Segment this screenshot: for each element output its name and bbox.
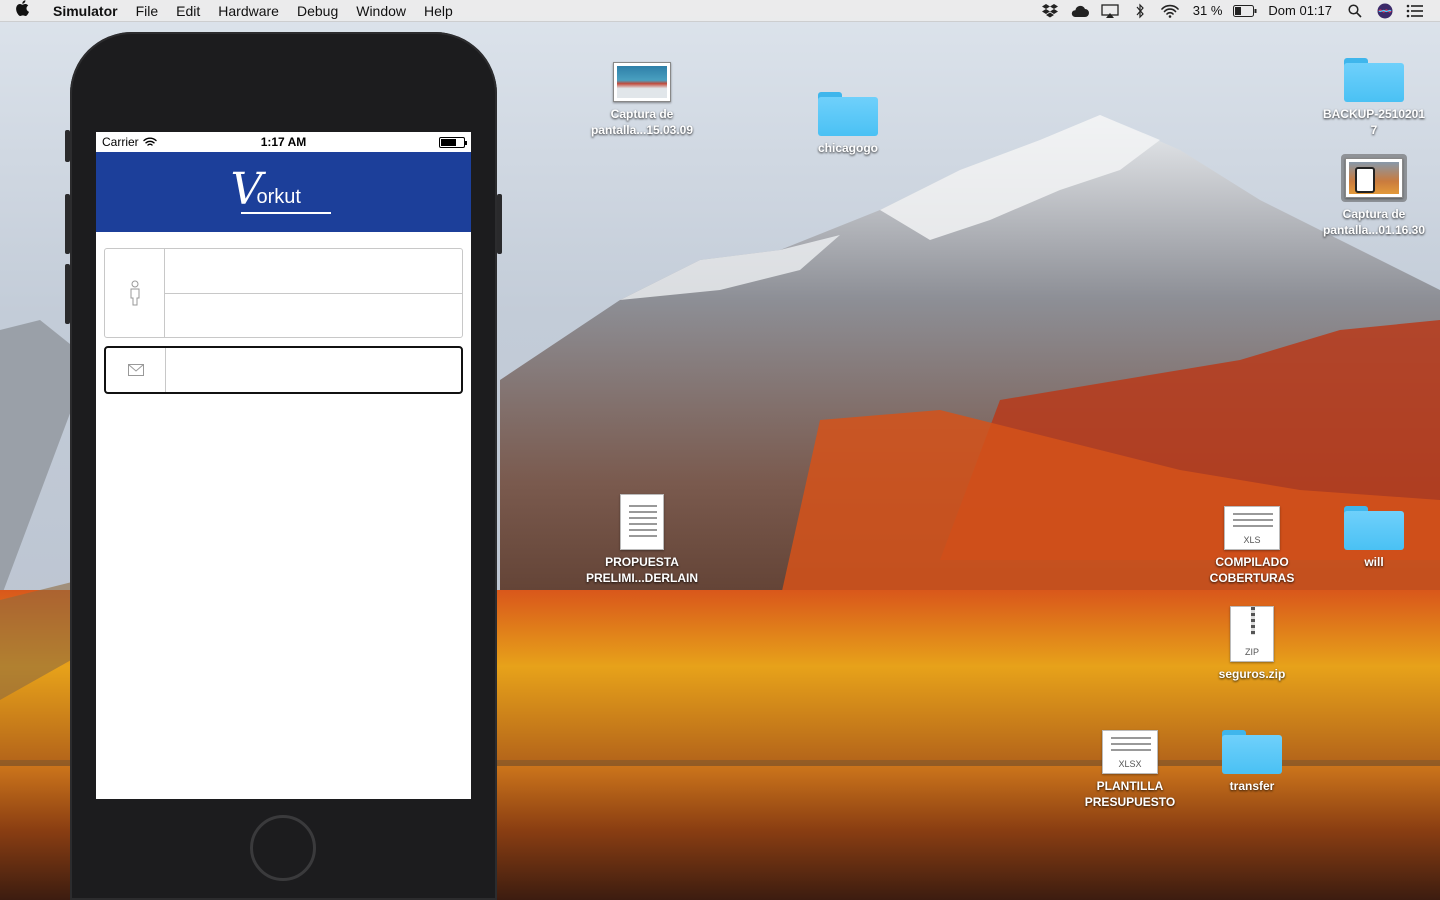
desktop-icon-xlsx-plantilla[interactable]: XLSX PLANTILLA PRESUPUESTO — [1070, 710, 1190, 810]
zip-file-icon: ZIP — [1192, 598, 1312, 662]
screenshot-file-icon — [1314, 138, 1434, 202]
desktop-icon-label: chicagogo — [817, 141, 878, 155]
user-field-1[interactable] — [165, 249, 462, 293]
menu-window[interactable]: Window — [347, 3, 415, 19]
menubar-clock[interactable]: Dom 01:17 — [1260, 3, 1340, 18]
envelope-icon — [106, 348, 166, 392]
logo-text: orkut — [256, 186, 301, 208]
desktop-icon-folder-backup[interactable]: BACKUP-2510201 7 — [1314, 38, 1434, 138]
desktop-icon-label: PLANTILLA PRESUPUESTO — [1084, 779, 1176, 809]
status-time: 1:17 AM — [260, 135, 307, 149]
volume-down-button[interactable] — [65, 264, 70, 324]
person-icon — [105, 249, 165, 337]
menu-debug[interactable]: Debug — [288, 3, 347, 19]
workut-logo: V orkut — [229, 164, 339, 220]
desktop-icon-label: Captura de pantalla...01.16.30 — [1322, 207, 1426, 237]
email-field-group — [104, 346, 463, 394]
folder-icon — [1314, 486, 1434, 550]
file-type-badge: XLSX — [1118, 759, 1142, 769]
menubar-status-area: 31 % Dom 01:17 — [1035, 0, 1440, 22]
desktop-icon-folder-chicagogo[interactable]: chicagogo — [788, 72, 908, 156]
menu-file[interactable]: File — [127, 3, 168, 19]
menu-hardware[interactable]: Hardware — [209, 3, 288, 19]
folder-icon — [1314, 38, 1434, 102]
iphone-screen: Carrier 1:17 AM V orkut — [96, 132, 471, 799]
battery-icon — [439, 136, 467, 148]
screenshot-file-icon — [582, 38, 702, 102]
app-header: V orkut — [96, 152, 471, 232]
wifi-icon[interactable] — [1155, 0, 1185, 22]
volume-up-button[interactable] — [65, 194, 70, 254]
battery-percent: 31 % — [1192, 3, 1223, 18]
desktop-icon-folder-will[interactable]: will — [1314, 486, 1434, 570]
desktop-icon-label: BACKUP-2510201 7 — [1322, 107, 1426, 137]
login-form — [96, 232, 471, 394]
desktop-icon-document-propuesta[interactable]: PROPUESTA PRELIMI...DERLAIN — [582, 486, 702, 586]
desktop-icon-label: will — [1364, 555, 1384, 569]
desktop-icon-screenshot-1[interactable]: Captura de pantalla...15.03.09 — [582, 38, 702, 138]
desktop-icon-screenshot-2[interactable]: Captura de pantalla...01.16.30 — [1314, 138, 1434, 238]
spreadsheet-file-icon: XLSX — [1070, 710, 1190, 774]
user-field-2[interactable] — [165, 293, 462, 337]
file-type-badge: ZIP — [1244, 647, 1259, 657]
menu-edit[interactable]: Edit — [167, 3, 209, 19]
apple-icon[interactable] — [0, 0, 44, 21]
folder-icon — [1192, 710, 1312, 774]
airplay-icon[interactable] — [1095, 0, 1125, 22]
battery-icon[interactable] — [1230, 0, 1260, 22]
email-field[interactable] — [166, 348, 461, 392]
desktop-icon-label: Captura de pantalla...15.03.09 — [590, 107, 694, 137]
desktop-icon-xls-compilado[interactable]: XLS COMPILADO COBERTURAS — [1192, 486, 1312, 586]
desktop-icon-folder-transfer[interactable]: transfer — [1192, 710, 1312, 794]
siri-icon[interactable] — [1370, 0, 1400, 22]
ios-status-bar: Carrier 1:17 AM — [96, 132, 471, 152]
desktop-icon-label: COMPILADO COBERTURAS — [1209, 555, 1295, 585]
file-type-badge: XLS — [1243, 535, 1261, 545]
desktop-icon-label: seguros.zip — [1218, 667, 1286, 681]
iphone-simulator-device: Carrier 1:17 AM V orkut — [65, 32, 502, 900]
folder-icon — [788, 72, 908, 136]
desktop-icon-label: PROPUESTA PRELIMI...DERLAIN — [585, 555, 698, 585]
desktop-icon-zip-seguros[interactable]: ZIP seguros.zip — [1192, 598, 1312, 682]
notification-center-icon[interactable] — [1400, 0, 1430, 22]
menu-app-simulator[interactable]: Simulator — [44, 3, 127, 19]
menu-help[interactable]: Help — [415, 3, 462, 19]
bluetooth-icon[interactable] — [1125, 0, 1155, 22]
home-button[interactable] — [250, 815, 316, 881]
power-button[interactable] — [497, 194, 502, 254]
desktop-icon-label: transfer — [1229, 779, 1275, 793]
spotlight-search-icon[interactable] — [1340, 0, 1370, 22]
dropbox-icon[interactable] — [1035, 0, 1065, 22]
cloud-icon[interactable] — [1065, 0, 1095, 22]
spreadsheet-file-icon: XLS — [1192, 486, 1312, 550]
macos-menubar: Simulator File Edit Hardware Debug Windo… — [0, 0, 1440, 22]
user-field-group — [104, 248, 463, 338]
mute-switch[interactable] — [65, 130, 70, 162]
document-file-icon — [582, 486, 702, 550]
